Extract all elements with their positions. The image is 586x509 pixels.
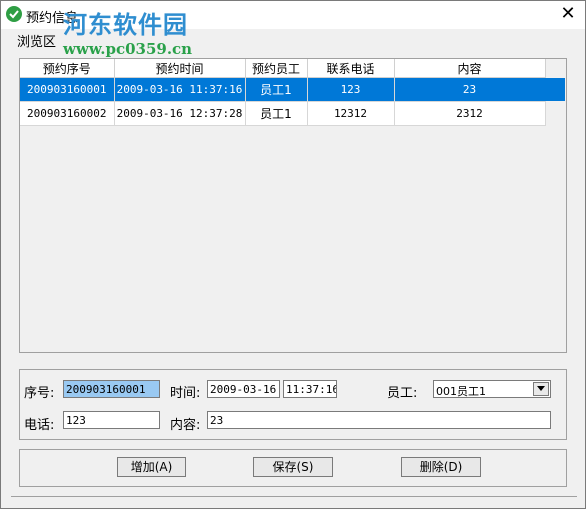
chevron-down-icon[interactable]: [533, 382, 549, 396]
bottom-divider: [11, 496, 577, 499]
cell-content[interactable]: 23: [394, 77, 546, 102]
staff-select[interactable]: 001员工1: [433, 380, 551, 398]
close-button[interactable]: ✕: [557, 4, 579, 24]
table-row[interactable]: 200903160002 2009-03-16 12:37:28 员工1 123…: [20, 101, 546, 126]
watermark-logo: 河东软件园: [63, 10, 188, 39]
phone-field[interactable]: 123: [63, 411, 160, 429]
main-window: 预约信息 河东软件园 ✕ www.pc0359.cn 浏览区 预约序号 预约时间…: [0, 0, 586, 509]
cell-staff[interactable]: 员工1: [245, 101, 308, 126]
table-row[interactable]: 200903160001 2009-03-16 11:37:16 员工1 123…: [20, 77, 546, 102]
date-field[interactable]: 2009-03-16: [207, 380, 280, 398]
column-header-id[interactable]: 预约序号: [20, 59, 115, 78]
browse-group-label: 浏览区: [16, 31, 58, 50]
time-field[interactable]: 11:37:16: [283, 380, 337, 398]
column-header-content[interactable]: 内容: [394, 59, 546, 78]
edit-form: 序号: 200903160001 时间: 2009-03-16 11:37:16…: [19, 369, 567, 440]
cell-time[interactable]: 2009-03-16 11:37:16: [114, 77, 246, 102]
save-button[interactable]: 保存(S): [253, 457, 333, 477]
staff-select-value: 001员工1: [436, 385, 486, 398]
cell-id[interactable]: 200903160002: [20, 101, 115, 126]
grid-header-row: 预约序号 预约时间 预约员工 联系电话 内容: [20, 59, 546, 78]
cell-time[interactable]: 2009-03-16 12:37:28: [114, 101, 246, 126]
content-label: 内容:: [170, 418, 201, 433]
staff-label: 员工:: [387, 386, 418, 401]
cell-phone[interactable]: 123: [307, 77, 395, 102]
serial-label: 序号:: [24, 386, 55, 401]
column-header-phone[interactable]: 联系电话: [307, 59, 395, 78]
cell-staff[interactable]: 员工1: [245, 77, 308, 102]
watermark-url: www.pc0359.cn: [63, 40, 193, 58]
title-bar: 预约信息 河东软件园 ✕: [1, 1, 585, 39]
records-grid[interactable]: 预约序号 预约时间 预约员工 联系电话 内容 200903160001 2009…: [19, 58, 567, 353]
cell-phone[interactable]: 12312: [307, 101, 395, 126]
button-bar: 增加(A) 保存(S) 删除(D): [19, 449, 567, 487]
delete-button[interactable]: 删除(D): [401, 457, 481, 477]
time-label: 时间:: [170, 386, 201, 401]
selected-row-extension: [545, 78, 565, 101]
cell-content[interactable]: 2312: [394, 101, 546, 126]
add-button[interactable]: 增加(A): [117, 457, 186, 477]
check-circle-icon: [6, 6, 22, 22]
column-header-time[interactable]: 预约时间: [114, 59, 246, 78]
column-header-staff[interactable]: 预约员工: [245, 59, 308, 78]
serial-field[interactable]: 200903160001: [63, 380, 160, 398]
content-field[interactable]: 23: [207, 411, 551, 429]
phone-label: 电话:: [24, 418, 55, 433]
cell-id[interactable]: 200903160001: [20, 77, 115, 102]
